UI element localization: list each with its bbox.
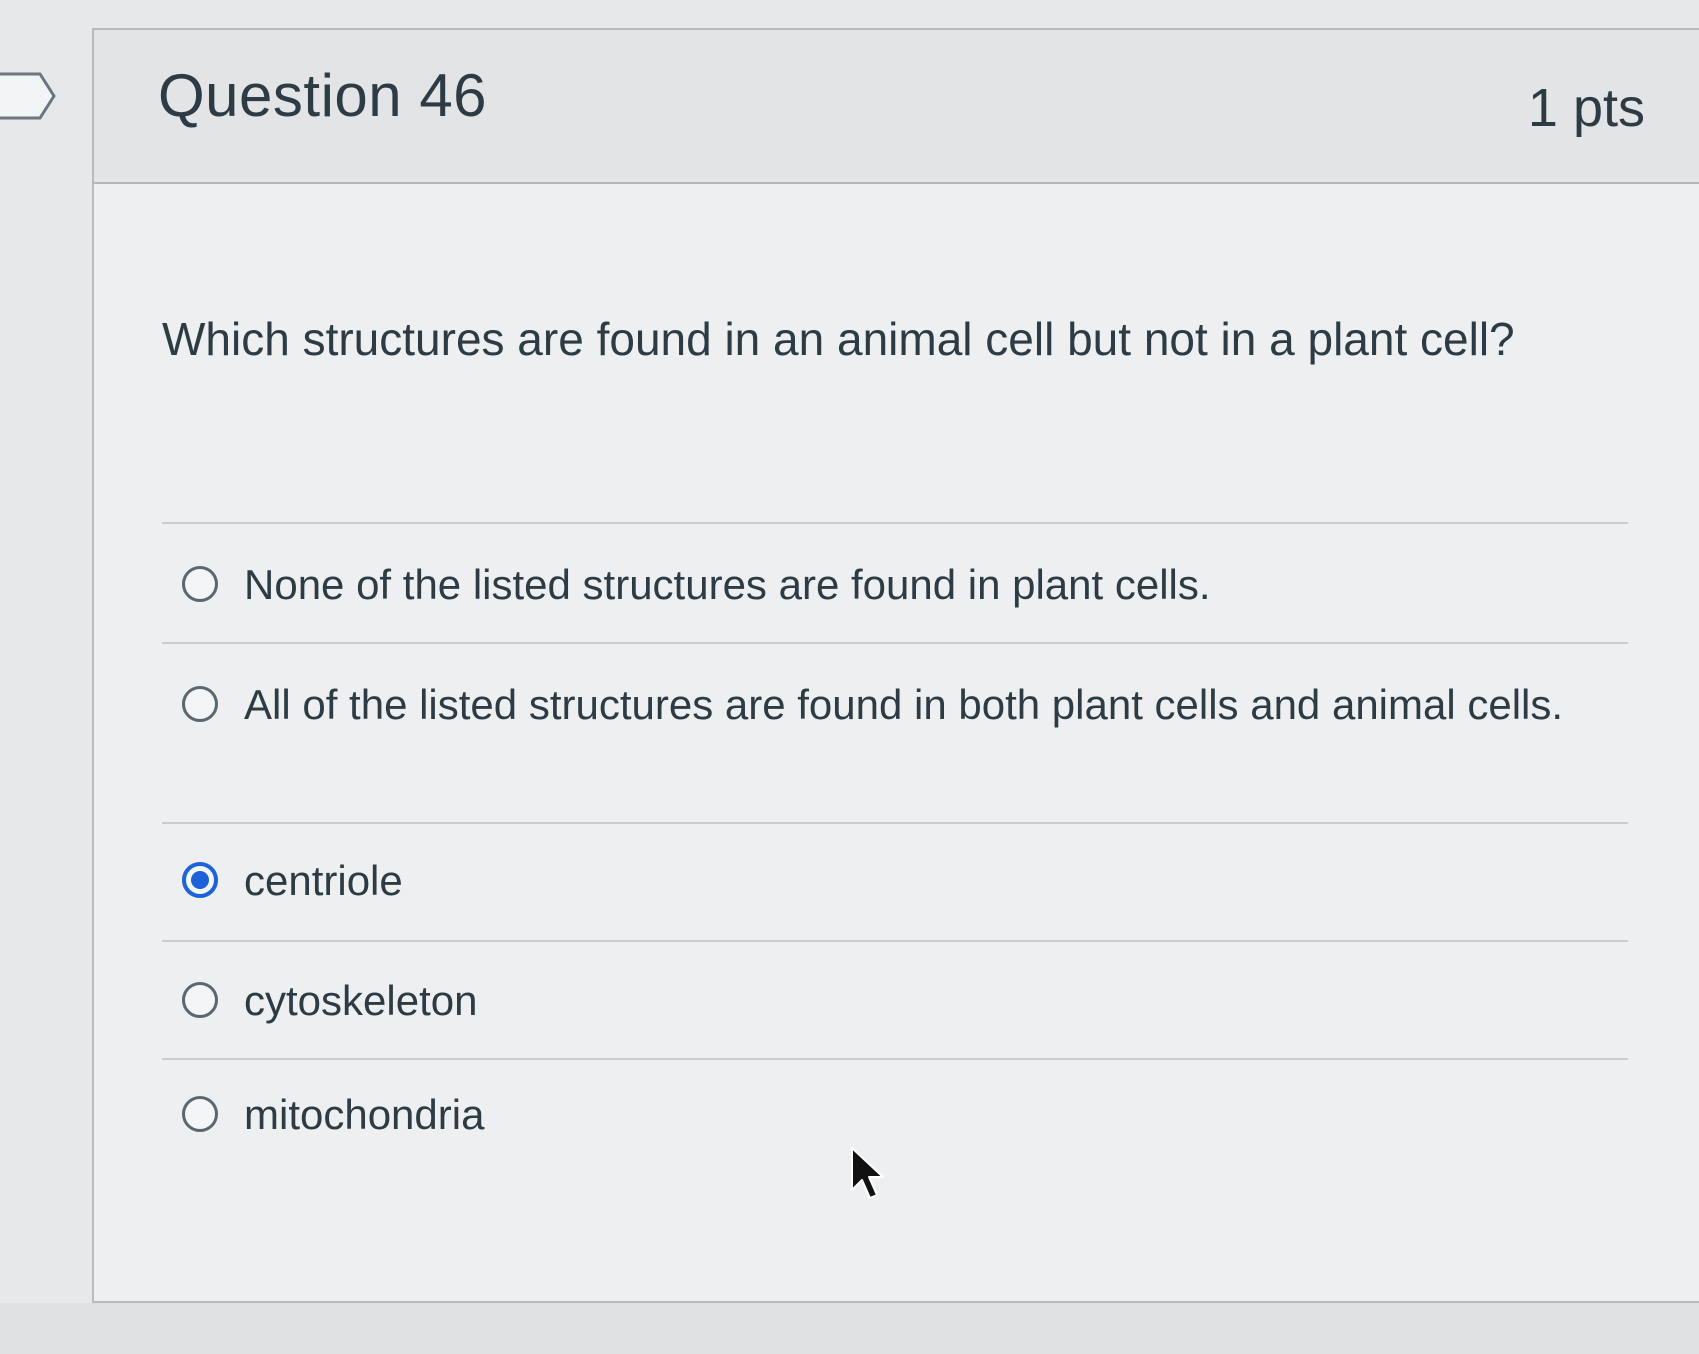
radio-button[interactable] [182, 1096, 218, 1132]
page-background-bottom [0, 1303, 1699, 1354]
question-card: Question 46 1 pts Which structures are f… [92, 28, 1699, 1303]
answer-option[interactable]: None of the listed structures are found … [162, 522, 1628, 642]
answer-option[interactable]: All of the listed structures are found i… [162, 642, 1628, 822]
question-points: 1 pts [1527, 78, 1645, 138]
answer-option[interactable]: mitochondria [162, 1058, 1628, 1176]
radio-button[interactable] [182, 566, 218, 602]
mouse-pointer-icon [851, 1147, 884, 1199]
answer-label: mitochondria [244, 1091, 485, 1138]
radio-button[interactable] [182, 982, 218, 1018]
question-title: Question 46 [158, 62, 488, 129]
question-text: Which structures are found in an animal … [162, 313, 1515, 365]
radio-button-selected[interactable] [182, 862, 218, 898]
question-header: Question 46 1 pts [94, 30, 1699, 184]
answer-label: None of the listed structures are found … [244, 561, 1211, 608]
answer-option[interactable]: cytoskeleton [162, 940, 1628, 1058]
answer-label: All of the listed structures are found i… [244, 681, 1564, 728]
answer-label: cytoskeleton [244, 977, 478, 1024]
answer-option[interactable]: centriole [162, 822, 1628, 940]
answer-list: None of the listed structures are found … [162, 522, 1628, 1176]
answer-label: centriole [244, 857, 403, 904]
question-body: Which structures are found in an animal … [94, 184, 1699, 1301]
question-flag-icon[interactable] [0, 70, 58, 122]
radio-button[interactable] [182, 686, 218, 722]
